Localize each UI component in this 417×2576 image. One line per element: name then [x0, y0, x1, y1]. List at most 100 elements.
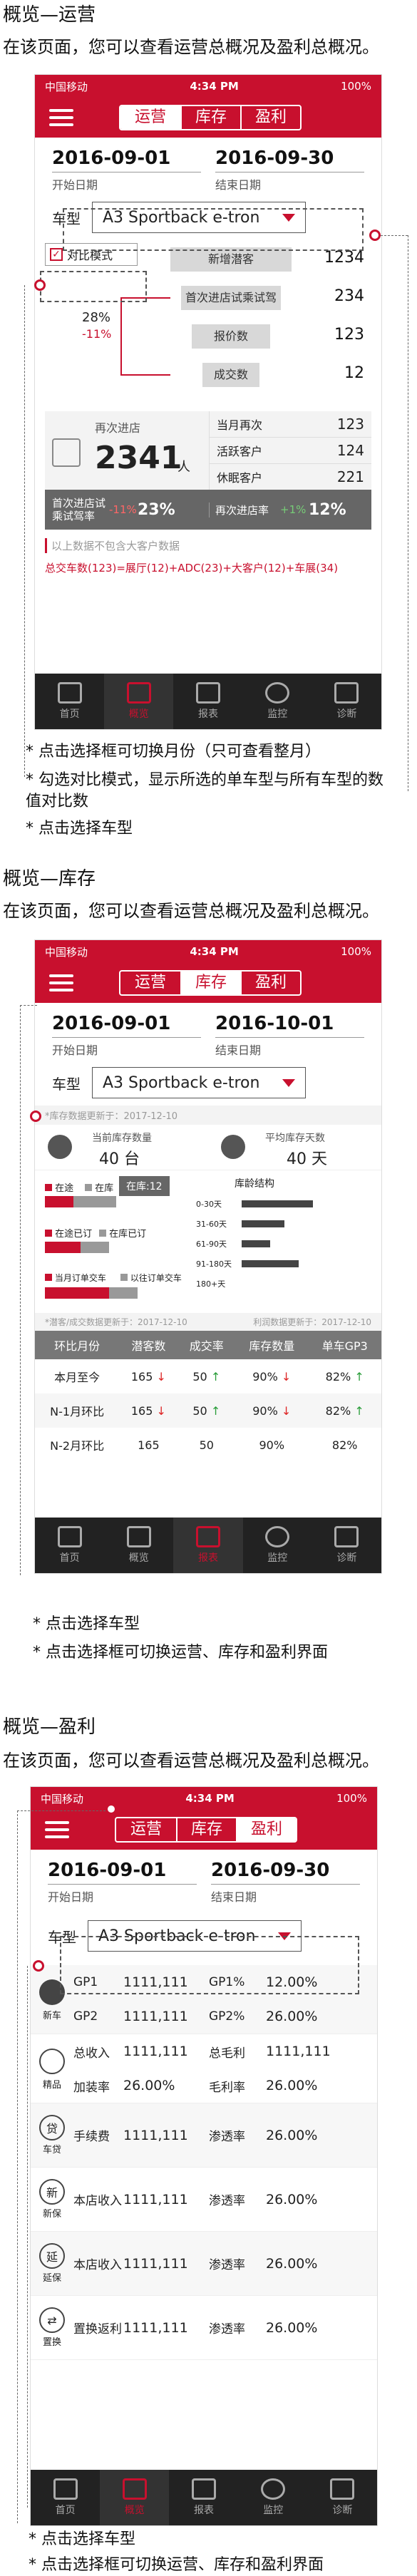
start-date-label: 开始日期: [52, 178, 98, 192]
metric-label: 渗透率: [209, 2130, 245, 2144]
bottom-nav: 首页 概览 报表 监控 诊断: [31, 2470, 377, 2525]
leader-line: [381, 235, 408, 236]
stat-value: 123: [336, 416, 364, 433]
legend-label: 以往订单交车: [130, 1273, 182, 1283]
start-date-picker[interactable]: 2016-09-01 开始日期: [52, 1013, 201, 1060]
carrier: 中国移动: [45, 80, 88, 93]
bar-tooltip: 在库:12: [119, 1176, 170, 1196]
nav-monitor[interactable]: 监控: [243, 674, 312, 729]
bar-delivered-prev: [109, 1287, 138, 1299]
tab-profit[interactable]: 盈利: [236, 1818, 296, 1841]
car-model-value: A3 Sportback e-tron: [103, 1073, 260, 1092]
nav-diagnose[interactable]: 诊断: [312, 1518, 381, 1573]
nav-home[interactable]: 首页: [35, 1518, 104, 1573]
nav-label: 首页: [59, 1552, 80, 1564]
menu-icon[interactable]: [49, 974, 73, 991]
bar-in-transit: [45, 1196, 73, 1207]
end-date[interactable]: 2016-09-30: [215, 148, 364, 172]
row-icon-label: 车贷: [42, 2145, 61, 2155]
checkbox-icon[interactable]: ✓: [50, 248, 63, 261]
end-date-picker[interactable]: 2016-09-30 结束日期: [215, 148, 364, 195]
tab-operations[interactable]: 运营: [120, 972, 180, 994]
age-bar: [242, 1240, 270, 1247]
nav-report[interactable]: 报表: [169, 2470, 238, 2525]
menu-icon[interactable]: [49, 109, 73, 126]
update-note: *潜客/成交数据更新于：2017-12-10: [45, 1317, 187, 1327]
module-switch[interactable]: 运营 库存 盈利: [115, 1817, 297, 1843]
cell: 90% ↓: [235, 1393, 308, 1428]
nav-report[interactable]: 报表: [173, 1518, 243, 1573]
tab-operations[interactable]: 运营: [120, 106, 180, 129]
car-model-select[interactable]: A3 Sportback e-tron: [92, 1067, 306, 1098]
note: * 点击选择框可切换运营、库存和盈利界面: [29, 2556, 324, 2574]
end-date-picker[interactable]: 2016-09-30 结束日期: [211, 1860, 360, 1907]
car-select-callout: [60, 1936, 359, 1994]
menu-icon[interactable]: [45, 1821, 69, 1838]
metric-value: 26.00%: [266, 2255, 318, 2272]
section-intro: 在该页面，您可以查看运营总概况及盈利总概况。: [3, 37, 379, 57]
funnel-stage-4: 成交数: [202, 363, 259, 387]
legend-item: 在库已订: [99, 1226, 146, 1240]
end-date[interactable]: 2016-09-30: [211, 1860, 360, 1885]
home-icon: [53, 2478, 78, 2500]
cell: 165 ↓: [119, 1393, 177, 1428]
start-date-picker[interactable]: 2016-09-01 开始日期: [52, 148, 201, 195]
module-switch[interactable]: 运营 库存 盈利: [119, 105, 302, 130]
metric-value: 26.00%: [123, 2078, 175, 2093]
cell-value: 50: [192, 1403, 207, 1418]
callout-marker: [34, 279, 46, 291]
tab-inventory[interactable]: 库存: [176, 1818, 236, 1841]
cell: 90% ↓: [235, 1359, 308, 1393]
gauge-icon: [261, 2478, 286, 2500]
cell: 82% ↑: [308, 1393, 381, 1428]
end-date[interactable]: 2016-10-01: [215, 1013, 364, 1038]
tab-profit[interactable]: 盈利: [240, 106, 300, 129]
nav-monitor[interactable]: 监控: [239, 2470, 308, 2525]
tab-profit[interactable]: 盈利: [240, 972, 300, 994]
nav-label: 监控: [267, 1552, 288, 1564]
start-date[interactable]: 2016-09-01: [52, 148, 201, 172]
metric-label: 总收入: [73, 2046, 110, 2061]
start-date-label: 开始日期: [48, 1890, 94, 1904]
start-date[interactable]: 2016-09-01: [48, 1860, 197, 1885]
battery: 100%: [341, 80, 371, 93]
cell-value: 82%: [325, 1369, 351, 1384]
cell: N-2月环比: [50, 1439, 105, 1453]
cell: 82%: [331, 1438, 358, 1452]
tab-operations[interactable]: 运营: [116, 1818, 176, 1841]
start-date[interactable]: 2016-09-01: [52, 1013, 201, 1038]
start-date-picker[interactable]: 2016-09-01 开始日期: [48, 1860, 197, 1907]
gift-icon: 精品: [31, 2034, 73, 2103]
module-switch[interactable]: 运营 库存 盈利: [119, 970, 302, 996]
nav-overview[interactable]: 概览: [104, 674, 174, 729]
legend-item: 以往订单交车: [120, 1272, 182, 1284]
nav-overview[interactable]: 概览: [100, 2470, 170, 2525]
nav-diagnose[interactable]: 诊断: [308, 2470, 377, 2525]
nav-diagnose[interactable]: 诊断: [312, 674, 381, 729]
tab-inventory[interactable]: 库存: [180, 972, 240, 994]
nav-report[interactable]: 报表: [173, 674, 242, 729]
cell: 82% ↑: [308, 1359, 381, 1393]
nav-home[interactable]: 首页: [35, 674, 104, 729]
cell-value: 165: [130, 1403, 153, 1418]
chart-line-icon: [126, 1526, 151, 1547]
car-model-label: 车型: [52, 1075, 81, 1093]
update-notes: *潜客/成交数据更新于：2017-12-10 利润数据更新于：2017-12-1…: [35, 1313, 381, 1331]
stat-label: 休眠客户: [217, 471, 263, 485]
stock-summary: 当前库存数量 40 台 平均库存天数 40 天: [35, 1125, 381, 1170]
legend-item: 当月订单交车: [45, 1272, 106, 1284]
nav-monitor[interactable]: 监控: [243, 1518, 312, 1573]
metric-value: 1111,111: [123, 2255, 188, 2272]
inventory-charts: 在途 在库 在库:12 在途已订 在库已订 当月订单交车 以往订单交车 库龄结构…: [35, 1170, 381, 1313]
end-date-label: 结束日期: [215, 178, 262, 192]
nav-label: 监控: [263, 2505, 284, 2516]
tab-inventory[interactable]: 库存: [180, 106, 240, 129]
end-date-picker[interactable]: 2016-10-01 结束日期: [215, 1013, 364, 1060]
chart-line-icon: [122, 2478, 147, 2500]
person-icon: [52, 438, 81, 467]
nav-overview[interactable]: 概览: [104, 1518, 173, 1573]
phone-screen-profit: 中国移动 4:34 PM 100% 运营 库存 盈利 2016-09-01 开始…: [30, 1786, 378, 2526]
profit-row-loan: 贷车贷 手续费 1111,111 渗透率 26.00%: [31, 2103, 377, 2168]
nav-home[interactable]: 首页: [31, 2470, 100, 2525]
callout-marker: [30, 1111, 41, 1122]
